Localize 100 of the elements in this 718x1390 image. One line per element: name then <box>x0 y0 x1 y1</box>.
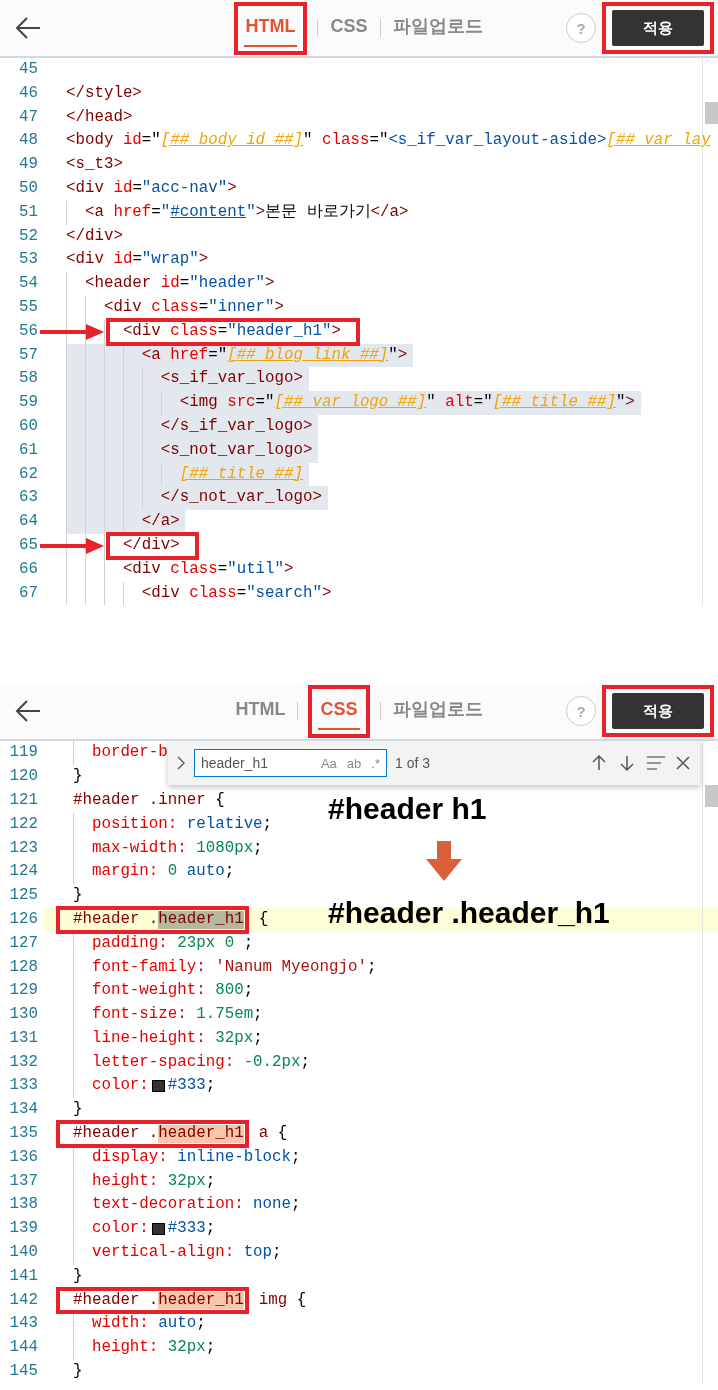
code-line: img { <box>257 1289 307 1311</box>
line-number: 130 <box>8 1004 39 1026</box>
line-number: 122 <box>8 813 39 835</box>
code-line: #header .header_h1 <box>73 908 244 930</box>
line-number: 125 <box>8 885 39 907</box>
line-number: 136 <box>8 1146 39 1168</box>
annotation-text: #header .header_h1 <box>328 895 610 932</box>
code-line: } <box>73 1265 83 1287</box>
down-arrow-icon[interactable] <box>618 754 636 773</box>
line-number: 142 <box>8 1289 39 1311</box>
code-line: <a href="#content">본문 바로가기</a> <box>84 201 409 223</box>
apply-button[interactable]: 적용 <box>612 10 704 46</box>
close-icon[interactable] <box>676 756 690 771</box>
line-number: 48 <box>18 130 39 152</box>
line-number: 131 <box>8 1027 39 1049</box>
tab[interactable]: 파일업로드 <box>390 8 485 48</box>
code-line: text-decoration: none; <box>91 1194 301 1216</box>
code-line: color: #333; <box>91 1218 216 1240</box>
line-number: 133 <box>8 1075 39 1097</box>
line-number: 124 <box>8 861 39 883</box>
code-line: } <box>73 1361 83 1383</box>
tab[interactable]: CSS <box>328 9 370 47</box>
apply-button[interactable]: 적용 <box>612 693 704 730</box>
search-option[interactable]: Aa <box>320 755 337 771</box>
line-number: 141 <box>8 1265 39 1287</box>
tab[interactable]: HTML <box>233 692 288 730</box>
code-line: height: 32px; <box>91 1170 216 1192</box>
code-line: <img src="[##_var_logo_##]" alt="[##_title_##]"> <box>179 392 635 414</box>
line-number: 63 <box>18 487 39 509</box>
line-number: 132 <box>8 1051 39 1073</box>
line-number: 126 <box>8 908 39 930</box>
line-number: 62 <box>18 463 39 485</box>
line-number: 54 <box>18 273 39 295</box>
line-number: 138 <box>8 1194 39 1216</box>
line-number: 143 <box>8 1313 39 1335</box>
line-number: 127 <box>8 932 39 954</box>
line-number: 145 <box>8 1361 39 1383</box>
code-line: vertical-align: top; <box>91 1242 282 1264</box>
code-line: [##_title_##] <box>179 463 303 485</box>
line-number: 57 <box>18 344 39 366</box>
line-number: 47 <box>18 106 39 128</box>
code-line: <div id="acc-nav"> <box>66 178 237 199</box>
line-number: 128 <box>8 956 39 978</box>
help-button[interactable]: ? <box>566 13 596 43</box>
up-arrow-icon[interactable] <box>590 754 608 773</box>
help-button[interactable]: ? <box>566 696 596 727</box>
back-arrow-icon[interactable] <box>14 699 42 724</box>
scrollbar[interactable] <box>702 741 718 1384</box>
code-line: <div class="util"> <box>122 558 294 580</box>
code-line: border-b <box>91 742 168 764</box>
code-line: <div class="inner"> <box>103 296 285 318</box>
code-line: height: 32px; <box>91 1337 216 1359</box>
lines-icon[interactable] <box>646 755 666 772</box>
line-number: 53 <box>18 249 39 271</box>
code-line: </a> <box>141 511 180 533</box>
code-line: } <box>73 885 83 907</box>
code-line: position: relative; <box>91 813 273 835</box>
line-number: 121 <box>8 789 39 811</box>
line-number: 120 <box>8 766 39 788</box>
code-line: <s_t3> <box>66 154 123 176</box>
code-line: { <box>257 908 269 930</box>
code-line: width: auto; <box>91 1313 206 1335</box>
line-number: 65 <box>18 534 39 556</box>
code-line: line-height: 32px; <box>91 1027 263 1049</box>
search-option[interactable]: .* <box>371 755 380 771</box>
line-number: 61 <box>18 439 39 461</box>
code-line: <a href="[##_blog_link_##]"> <box>141 344 408 366</box>
chevron-icon[interactable] <box>176 755 186 772</box>
line-number: 137 <box>8 1170 39 1192</box>
code-line: <div class="header_h1"> <box>122 320 341 342</box>
line-number: 64 <box>18 511 39 533</box>
search-field[interactable]: header_h1 Aa ab .* <box>194 749 387 778</box>
line-number: 56 <box>18 320 39 342</box>
code-line: </div> <box>122 534 180 556</box>
code-line: font-weight: 800; <box>91 980 254 1002</box>
code-line: <s_not_var_logo> <box>160 439 313 461</box>
line-number: 46 <box>18 82 39 104</box>
code-line: letter-spacing: -0.2px; <box>91 1051 310 1073</box>
code-line: <div id="wrap"> <box>66 249 209 271</box>
code-line: font-family: 'Nanum Myeongjo'; <box>91 956 377 978</box>
code-line: padding: 23px 0 ; <box>91 932 254 954</box>
code-line: margin: 0 auto; <box>91 861 235 883</box>
line-number: 119 <box>8 742 39 764</box>
line-number: 50 <box>18 178 39 199</box>
line-number: 144 <box>8 1337 39 1359</box>
code-line: max-width: 1080px; <box>91 837 263 859</box>
code-line: <div class="search"> <box>141 582 332 604</box>
line-number: 51 <box>18 201 39 223</box>
code-line: color: #333; <box>91 1075 216 1097</box>
back-arrow-icon[interactable] <box>14 16 42 40</box>
line-number: 60 <box>18 415 39 437</box>
search-option[interactable]: ab <box>346 755 362 771</box>
line-number: 55 <box>18 296 39 318</box>
tab[interactable]: 파일업로드 <box>390 691 485 732</box>
line-number: 67 <box>18 582 39 604</box>
tab[interactable]: CSS <box>318 692 360 730</box>
line-number: 49 <box>18 154 39 176</box>
line-number: 123 <box>8 837 39 859</box>
tab[interactable]: HTML <box>243 9 298 47</box>
line-number: 140 <box>8 1242 39 1264</box>
